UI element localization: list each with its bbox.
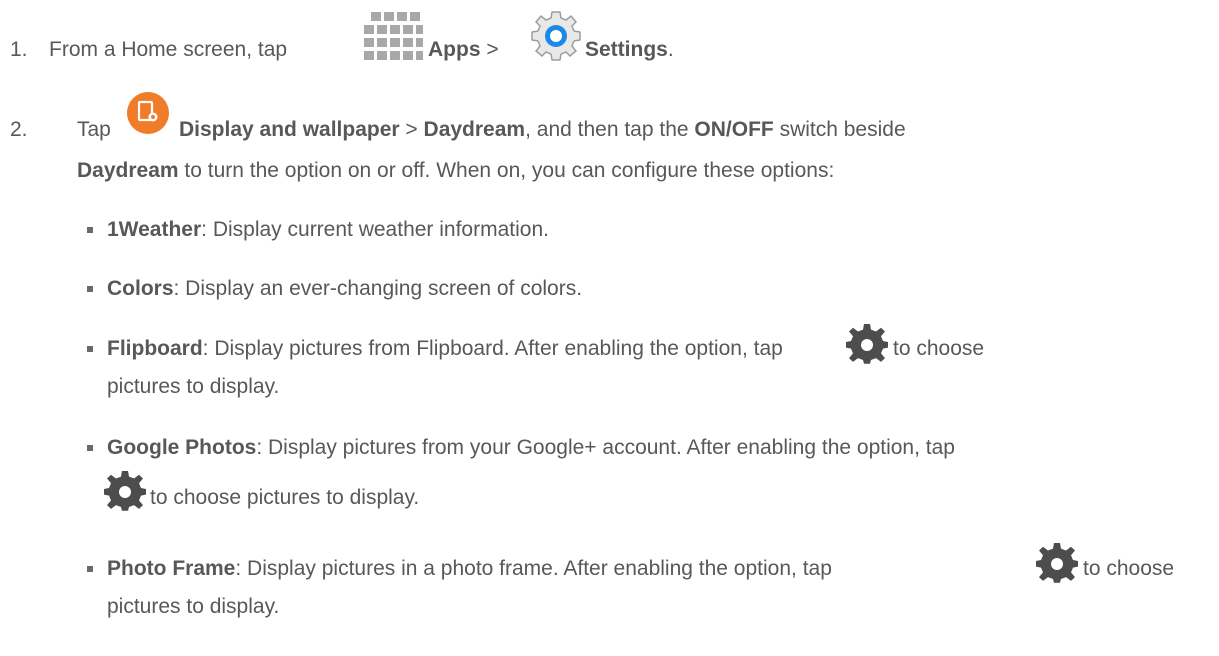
separator: >	[405, 118, 418, 141]
option-desc: to choose pictures to display.	[150, 486, 420, 509]
option-text-cont: pictures to display.	[107, 373, 279, 401]
bullet	[87, 566, 93, 572]
option-desc: : Display pictures in a photo frame. Aft…	[235, 557, 832, 580]
option-desc: pictures to display.	[107, 375, 280, 398]
option-desc: to choose	[1083, 557, 1175, 580]
option-desc: to choose	[893, 337, 985, 360]
option-desc: : Display an ever-changing screen of col…	[173, 277, 583, 300]
option-text-cont: to choose	[1083, 555, 1174, 583]
separator: >	[486, 38, 499, 61]
gear-icon	[104, 471, 146, 511]
step-number: 2.	[10, 118, 28, 141]
option-text: Photo Frame: Display pictures in a photo…	[107, 555, 832, 583]
option-name: Photo Frame	[107, 557, 236, 580]
step-number: 1.	[10, 38, 28, 61]
option-desc: : Display pictures from your Google+ acc…	[256, 436, 955, 459]
step-text: to turn the option on or off. When on, y…	[184, 159, 835, 182]
bullet	[87, 346, 93, 352]
option-text: Flipboard: Display pictures from Flipboa…	[107, 335, 783, 363]
step-1-settings: Settings.	[585, 36, 674, 64]
step-1-apps: Apps >	[428, 36, 499, 64]
display-settings-icon	[127, 92, 169, 134]
option-name: 1Weather	[107, 218, 202, 241]
settings-label: Settings	[585, 38, 668, 61]
daydream-label: Daydream	[77, 159, 179, 182]
option-text-cont: to choose	[893, 335, 984, 363]
daydream-label: Daydream	[423, 118, 526, 141]
step-text: switch beside	[779, 118, 906, 141]
option-desc: : Display pictures from Flipboard. After…	[202, 337, 783, 360]
gear-icon	[1036, 543, 1078, 583]
onoff-label: ON/OFF	[694, 118, 774, 141]
step-text: , and then tap the	[525, 118, 689, 141]
option-text: Google Photos: Display pictures from you…	[107, 434, 955, 462]
option-desc: : Display current weather information.	[201, 218, 549, 241]
apps-label: Apps	[428, 38, 481, 61]
option-text-cont: pictures to display.	[107, 593, 279, 621]
bullet	[87, 227, 93, 233]
apps-grid-icon	[364, 12, 423, 60]
option-name: Colors	[107, 277, 174, 300]
step-2-line-1: Display and wallpaper > Daydream, and th…	[179, 116, 906, 144]
option-desc: pictures to display.	[107, 595, 280, 618]
display-wallpaper-label: Display and wallpaper	[179, 118, 400, 141]
gear-icon	[846, 324, 888, 364]
period: .	[667, 38, 674, 61]
option-name: Google Photos	[107, 436, 257, 459]
bullet	[87, 286, 93, 292]
step-1-text: From a Home screen, tap	[49, 36, 287, 64]
option-text-cont: to choose pictures to display.	[150, 484, 419, 512]
step-2-line-2: Daydream to turn the option on or off. W…	[77, 157, 834, 185]
option-name: Flipboard	[107, 337, 203, 360]
option-text: 1Weather: Display current weather inform…	[107, 216, 549, 244]
step-text: From a Home screen, tap	[49, 38, 288, 61]
tap-text: Tap	[77, 118, 111, 141]
step-2-tap: Tap	[77, 116, 111, 144]
option-text: Colors: Display an ever-changing screen …	[107, 275, 582, 303]
settings-gear-icon	[531, 11, 581, 61]
bullet	[87, 445, 93, 451]
